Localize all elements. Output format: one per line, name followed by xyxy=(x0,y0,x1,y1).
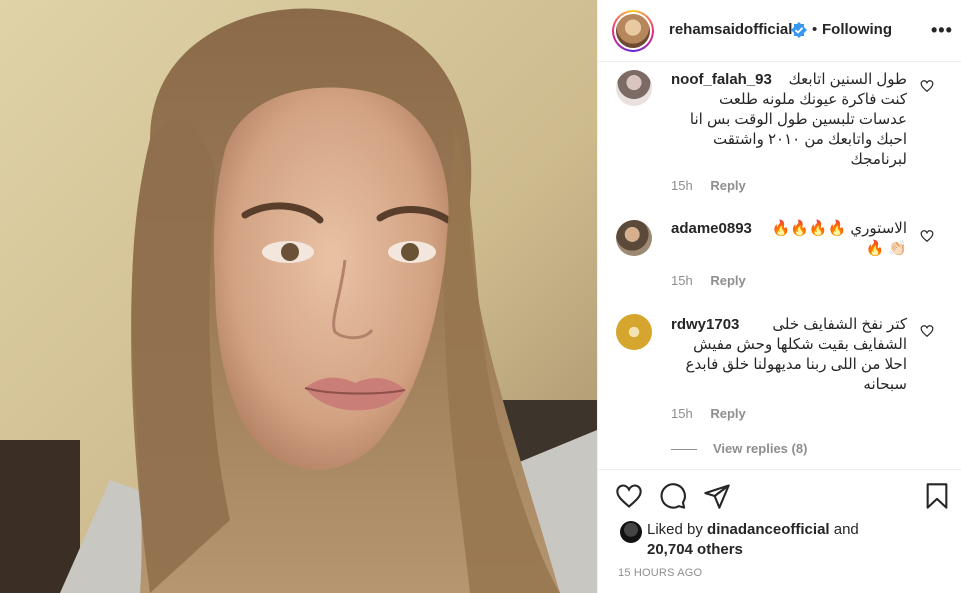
like-heart-icon[interactable] xyxy=(615,482,643,510)
comment-username[interactable]: rdwy1703 xyxy=(671,315,739,335)
post-side-panel: rehamsaidofficial • Following ••• noof_f… xyxy=(597,0,961,593)
comment-time: 15h xyxy=(671,178,693,193)
profile-avatar[interactable] xyxy=(612,10,654,52)
likes-summary: Liked by dinadanceofficial and 20,704 ot… xyxy=(598,515,961,565)
post-photo[interactable] xyxy=(0,0,597,593)
post-timestamp[interactable]: 15 HOURS AGO xyxy=(618,567,702,579)
comment-body: adame0893 الاستوري 🔥🔥🔥🔥👏🏻 🔥 xyxy=(671,219,907,259)
reply-button[interactable]: Reply xyxy=(710,273,745,288)
comment-username[interactable]: adame0893 xyxy=(671,219,752,239)
reply-button[interactable]: Reply xyxy=(710,178,745,193)
view-replies-button[interactable]: View replies (8) xyxy=(671,441,807,456)
comment-body: noof_falah_93 طول السنين اتابعك كنت فاكر… xyxy=(671,70,907,170)
author-username[interactable]: rehamsaidofficial xyxy=(669,21,792,38)
view-replies-label: View replies (8) xyxy=(713,441,808,456)
comment-body: rdwy1703 كتر نفخ الشفايف خلى الشفايف بقي… xyxy=(671,315,907,395)
comment-meta: 15h Reply xyxy=(671,273,746,288)
verified-badge-icon xyxy=(791,22,807,38)
more-options-icon[interactable]: ••• xyxy=(931,20,953,41)
comment-time: 15h xyxy=(671,273,693,288)
selfie-image xyxy=(0,0,597,593)
post-header: rehamsaidofficial • Following ••• xyxy=(598,0,961,62)
liker-avatar[interactable] xyxy=(620,521,642,543)
comment-meta: 15h Reply xyxy=(671,178,746,193)
likes-text: Liked by dinadanceofficial and 20,704 ot… xyxy=(647,520,859,560)
comment-time: 15h xyxy=(671,406,693,421)
likes-middle: and xyxy=(829,521,859,538)
separator-dot: • xyxy=(812,21,818,38)
share-send-icon[interactable] xyxy=(703,482,731,510)
commenter-avatar[interactable] xyxy=(616,220,652,256)
likes-count[interactable]: 20,704 others xyxy=(647,541,743,558)
commenter-avatar[interactable] xyxy=(616,70,652,106)
likes-prefix: Liked by xyxy=(647,521,708,538)
comments-list[interactable]: noof_falah_93 طول السنين اتابعك كنت فاكر… xyxy=(598,62,961,470)
comment-meta: 15h Reply xyxy=(671,406,746,421)
following-button[interactable]: Following xyxy=(822,21,892,38)
commenter-avatar[interactable] xyxy=(616,314,652,350)
like-comment-heart-icon[interactable] xyxy=(920,229,934,243)
reply-button[interactable]: Reply xyxy=(710,406,745,421)
save-bookmark-icon[interactable] xyxy=(923,482,951,510)
liker-username[interactable]: dinadanceofficial xyxy=(707,521,830,538)
like-comment-heart-icon[interactable] xyxy=(920,79,934,93)
comment-username[interactable]: noof_falah_93 xyxy=(671,70,772,90)
view-replies-line xyxy=(671,449,697,451)
post-actions xyxy=(598,470,961,520)
comment-bubble-icon[interactable] xyxy=(659,482,687,510)
like-comment-heart-icon[interactable] xyxy=(920,324,934,338)
